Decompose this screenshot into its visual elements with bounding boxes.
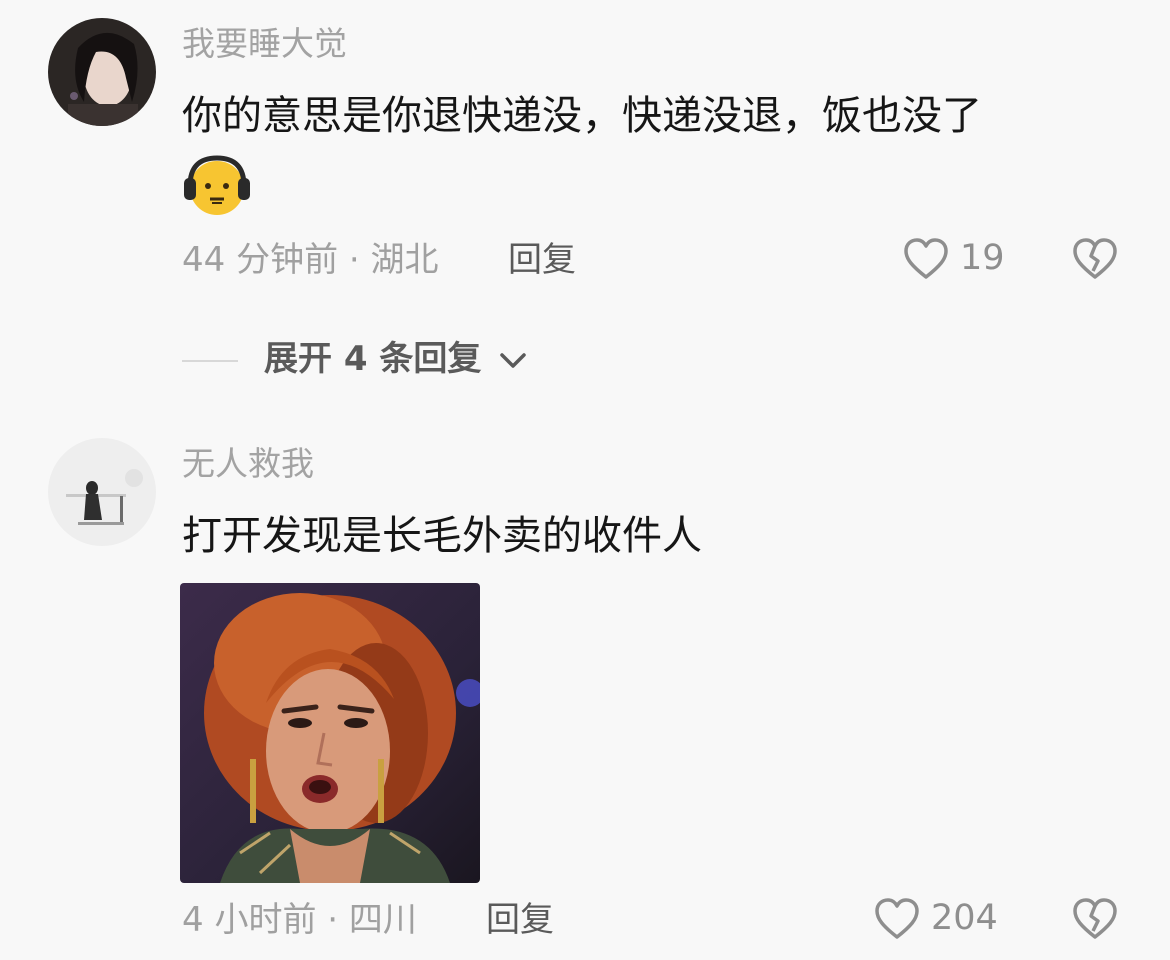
woman-meme-photo[interactable] (180, 583, 480, 883)
avatar[interactable] (48, 438, 156, 546)
broken-heart-icon (1073, 238, 1117, 279)
expand-replies-button[interactable]: 展开 4 条回复 (182, 338, 582, 388)
comment-item: 我要睡大觉 你的意思是你退快递没，快递没退，饭也没了 44 分钟前 · 湖北 回… (0, 0, 1170, 400)
comment-item: 无人救我 打开发现是长毛外卖的收件人 (0, 420, 1170, 960)
comment-text: 打开发现是长毛外卖的收件人 (182, 513, 702, 559)
expand-divider (182, 360, 238, 362)
expand-replies-label: 展开 4 条回复 (264, 339, 482, 379)
chevron-down-icon (500, 353, 526, 368)
dislike-button[interactable] (1071, 235, 1119, 287)
like-count: 19 (960, 238, 1005, 278)
comment-username[interactable]: 无人救我 (182, 447, 314, 480)
heart-outline-icon (904, 238, 948, 279)
headphone-face-emoji (182, 154, 252, 222)
comment-username[interactable]: 我要睡大觉 (182, 27, 347, 60)
reply-button[interactable]: 回复 (508, 243, 576, 277)
comment-time-location: 4 小时前 · 四川 (182, 900, 417, 940)
like-count: 204 (931, 898, 998, 938)
like-button[interactable]: 204 (873, 895, 1013, 945)
heart-outline-icon (875, 898, 919, 939)
broken-heart-icon (1073, 898, 1117, 939)
reply-button[interactable]: 回复 (486, 903, 554, 937)
like-button[interactable]: 19 (902, 235, 1012, 285)
comment-text: 你的意思是你退快递没，快递没退，饭也没了 (182, 93, 982, 139)
comment-time-location: 44 分钟前 · 湖北 (182, 240, 439, 280)
avatar[interactable] (48, 18, 156, 126)
dislike-button[interactable] (1071, 895, 1119, 947)
